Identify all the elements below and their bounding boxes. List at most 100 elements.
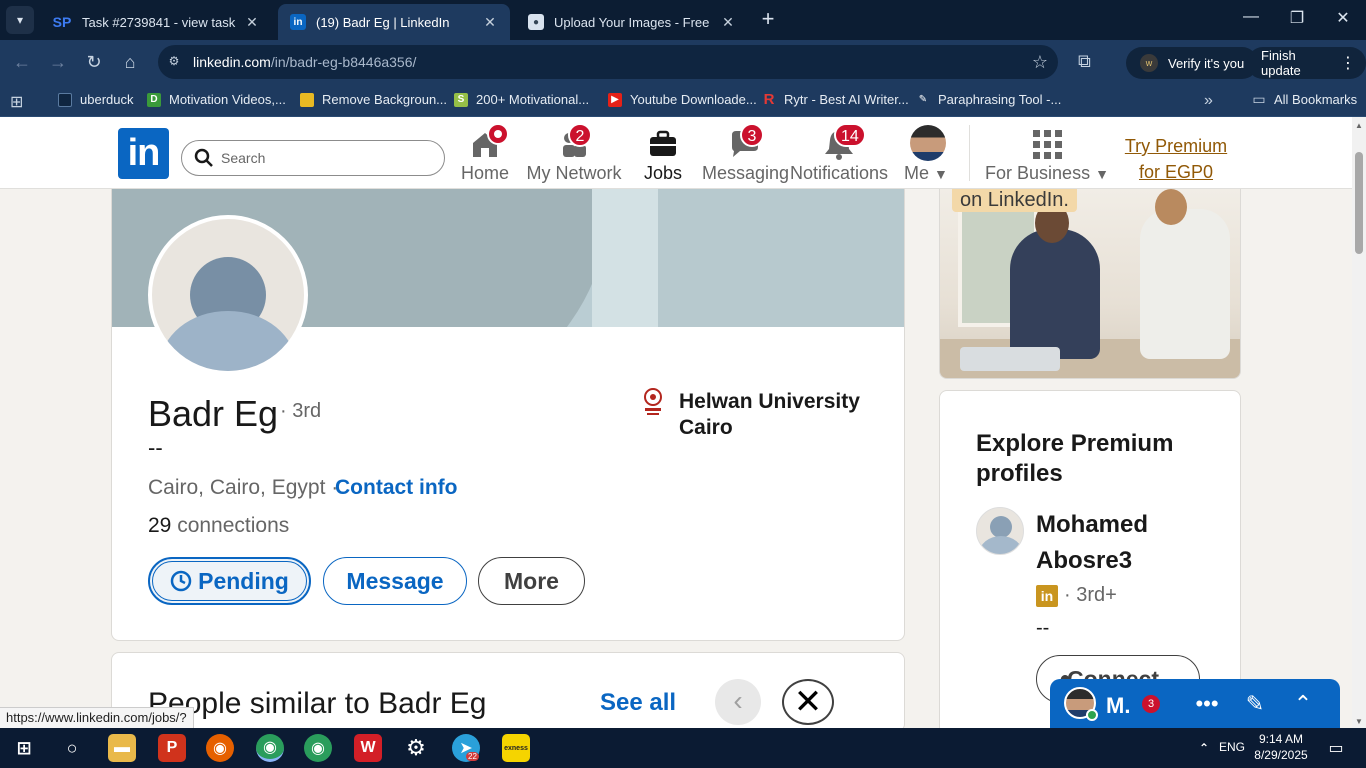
online-status-dot: [1086, 709, 1098, 721]
connection-degree: · 3rd+: [1064, 584, 1117, 606]
forward-button[interactable]: →: [48, 52, 68, 72]
try-premium-link[interactable]: Try Premium for EGP0: [1118, 133, 1234, 185]
messaging-overlay[interactable]: M. 3 ••• ✎ ⌃: [1050, 679, 1340, 731]
tab-task[interactable]: SP Task #2739841 - view task ✕: [40, 4, 272, 40]
scroll-up-arrow-icon[interactable]: ▲: [1355, 121, 1363, 130]
firefox-icon[interactable]: ◉: [206, 734, 234, 762]
linkedin-icon: in: [290, 14, 306, 30]
messaging-title: M.: [1106, 693, 1131, 718]
bookmark-motivational[interactable]: S 200+ Motivational...: [454, 92, 589, 107]
home-notification-dot: [487, 123, 509, 145]
extensions-icon[interactable]: ⧉: [1078, 51, 1100, 73]
scroll-down-arrow-icon[interactable]: ▼: [1355, 717, 1363, 726]
wps-presentation-icon[interactable]: P: [158, 734, 186, 762]
apps-icon[interactable]: ⊞: [10, 92, 23, 112]
notification-center-icon[interactable]: ▭: [1322, 734, 1350, 762]
bookmark-paraphrasing-tool[interactable]: ✎ Paraphrasing Tool -...: [916, 92, 1062, 107]
nav-me[interactable]: Me ▼: [900, 117, 956, 189]
bookmarks-bar: ⊞ uberduck D Motivation Videos,... Remove…: [0, 84, 1366, 117]
home-button[interactable]: ⌂: [120, 52, 140, 72]
kebab-menu-icon[interactable]: ⋮: [1340, 53, 1356, 73]
more-bookmarks-chevron-icon[interactable]: »: [1204, 92, 1213, 110]
finish-update-button[interactable]: Finish update ⋮: [1247, 47, 1366, 79]
search-input[interactable]: Search: [181, 140, 445, 176]
nav-notifications[interactable]: 14 Notifications: [788, 117, 890, 189]
ad-text: on LinkedIn.: [952, 189, 1077, 212]
person-name[interactable]: Mohamed Abosre3: [1036, 507, 1206, 579]
update-label: Finish update: [1261, 48, 1301, 78]
bookmark-uberduck[interactable]: uberduck: [58, 92, 133, 107]
connections-count[interactable]: 29 connections: [148, 514, 289, 538]
close-icon[interactable]: ✕: [720, 14, 736, 31]
contact-info-link[interactable]: Contact info: [335, 476, 457, 500]
restore-button[interactable]: ❐: [1282, 8, 1312, 28]
address-bar[interactable]: ⚙ linkedin.com/in/badr-eg-b8446a356/ ☆: [158, 45, 1058, 79]
page-scrollbar[interactable]: ▲ ▼: [1352, 117, 1366, 728]
nav-home[interactable]: Home: [455, 117, 515, 189]
chevron-down-icon: ▼: [1095, 166, 1109, 182]
verify-label: Verify it's you: [1168, 55, 1245, 71]
bookmark-star-icon[interactable]: ☆: [1032, 52, 1048, 73]
reload-button[interactable]: ↻: [84, 52, 104, 72]
tab-title: Task #2739841 - view task: [82, 14, 236, 30]
input-language[interactable]: ENG: [1219, 740, 1245, 754]
carousel-prev-button[interactable]: ‹: [715, 679, 761, 725]
quill-icon: ✎: [918, 94, 928, 105]
scrollbar-thumb[interactable]: [1355, 152, 1363, 254]
tab-upload-images[interactable]: ● Upload Your Images - Free Imag ✕: [516, 4, 748, 40]
close-icon[interactable]: ✕: [482, 14, 498, 31]
grid-icon: [1033, 130, 1062, 159]
avatar[interactable]: [976, 507, 1024, 555]
bookmark-motivation-videos[interactable]: D Motivation Videos,...: [147, 92, 286, 107]
remove-bg-icon: [300, 92, 314, 107]
rytr-icon: R: [763, 91, 775, 108]
site-info-icon[interactable]: ⚙: [166, 54, 182, 70]
minimize-button[interactable]: —: [1236, 8, 1266, 26]
back-button[interactable]: ←: [12, 52, 32, 72]
tray-chevron-up-icon[interactable]: ⌃: [1190, 734, 1218, 762]
all-bookmarks-folder[interactable]: ▭ All Bookmarks: [1252, 91, 1357, 107]
message-button[interactable]: Message: [323, 557, 467, 605]
bookmark-rytr[interactable]: R Rytr - Best AI Writer...: [762, 91, 909, 108]
profile-location: Cairo, Cairo, Egypt ·: [148, 476, 339, 499]
more-options-icon[interactable]: •••: [1194, 691, 1220, 717]
compose-icon[interactable]: ✎: [1242, 691, 1268, 717]
close-icon[interactable]: ✕: [782, 679, 834, 725]
education-name[interactable]: Helwan University Cairo: [679, 389, 879, 441]
nav-for-business[interactable]: For Business ▼: [982, 117, 1112, 189]
people-similar-card: People similar to Badr Eg See all ‹ ✕: [111, 652, 905, 732]
verify-profile-button[interactable]: w Verify it's you: [1126, 47, 1259, 79]
briefcase-icon: [650, 130, 676, 156]
bookmark-remove-background[interactable]: Remove Backgroun...: [300, 92, 447, 107]
windows-start-icon[interactable]: ⊞: [10, 734, 38, 762]
pending-button[interactable]: Pending: [148, 557, 311, 605]
bookmark-youtube-downloader[interactable]: ▶ Youtube Downloade...: [608, 92, 757, 107]
settings-gear-icon[interactable]: ⚙: [402, 734, 430, 762]
system-clock[interactable]: 9:14 AM 8/29/2025: [1246, 731, 1316, 763]
close-icon[interactable]: ✕: [244, 14, 260, 31]
tab-linkedin[interactable]: in (19) Badr Eg | LinkedIn ✕: [278, 4, 510, 40]
see-all-link[interactable]: See all: [600, 689, 676, 717]
windows-taskbar: ⊞ ○ ▬ P ◉ ◉ ◉ W ⚙ ➤ 22 exness ⌃ ENG 9:14…: [0, 728, 1366, 768]
nav-jobs[interactable]: Jobs: [638, 117, 688, 189]
file-explorer-icon[interactable]: ▬: [108, 734, 136, 762]
card-title: Explore Premium profiles: [976, 430, 1174, 487]
more-button[interactable]: More: [478, 557, 585, 605]
close-window-button[interactable]: ✕: [1328, 8, 1358, 28]
ad-banner[interactable]: on LinkedIn.: [939, 189, 1241, 379]
tab-search-button[interactable]: ▾: [6, 6, 34, 34]
university-logo-icon[interactable]: [642, 387, 664, 419]
messaging-badge: 3: [740, 123, 764, 147]
linkedin-premium-icon: in: [1036, 585, 1058, 607]
profile-photo[interactable]: [148, 215, 308, 375]
wps-office-icon[interactable]: W: [354, 734, 382, 762]
chevron-up-icon[interactable]: ⌃: [1290, 691, 1316, 717]
new-tab-button[interactable]: +: [756, 8, 780, 32]
chrome-profile-icon[interactable]: ◉: [304, 734, 332, 762]
nav-my-network[interactable]: 2 My Network: [524, 117, 624, 189]
nav-messaging[interactable]: 3 Messaging: [702, 117, 789, 189]
chrome-icon[interactable]: ◉: [256, 734, 284, 762]
linkedin-logo[interactable]: in: [118, 128, 169, 179]
exness-icon[interactable]: exness: [502, 734, 530, 762]
cortana-search-icon[interactable]: ○: [58, 734, 86, 762]
